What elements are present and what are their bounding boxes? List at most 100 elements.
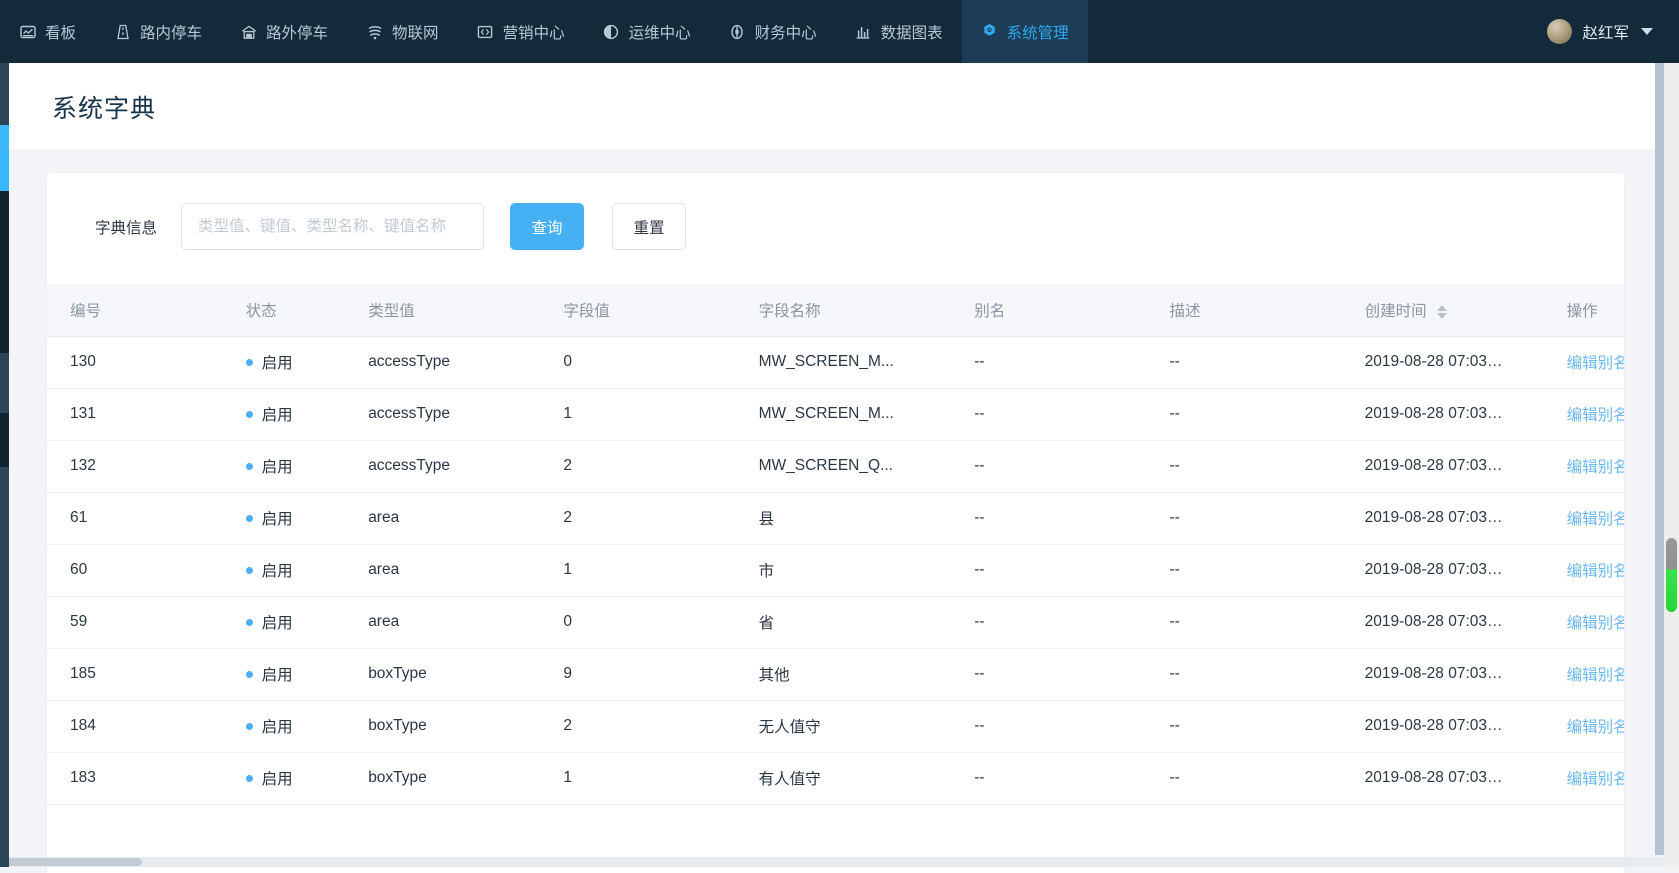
gear-icon (981, 23, 998, 40)
cell-field-name: 省 (759, 596, 975, 648)
status-badge: 启用 (246, 715, 369, 737)
cell-operation[interactable]: 编辑别名 (1567, 648, 1624, 700)
status-dot-icon (246, 359, 253, 366)
cell-id: 132 (47, 440, 246, 492)
status-label: 启用 (262, 559, 293, 581)
status-label: 启用 (262, 351, 293, 373)
edit-alias-link[interactable]: 编辑别名 (1567, 615, 1624, 632)
cell-operation[interactable]: 编辑别名 (1567, 336, 1624, 388)
status-label: 启用 (262, 611, 293, 633)
edit-alias-link[interactable]: 编辑别名 (1567, 563, 1624, 580)
table-row[interactable]: 184启用boxType2无人值守----2019-08-28 07:03…编辑… (47, 700, 1624, 752)
cell-type-value: boxType (368, 648, 563, 700)
nav-item-label: 路外停车 (266, 21, 328, 43)
horizontal-scrollbar-track[interactable] (0, 857, 1664, 867)
cell-operation[interactable]: 编辑别名 (1567, 752, 1624, 804)
cell-field-value: 1 (563, 388, 758, 440)
nav-item-label: 运维中心 (629, 21, 691, 43)
status-dot-icon (246, 463, 253, 470)
column-header-alias[interactable]: 别名 (974, 284, 1169, 336)
cell-alias: -- (974, 752, 1169, 804)
cell-create-time: 2019-08-28 07:03… (1365, 492, 1567, 544)
query-button[interactable]: 查询 (510, 203, 584, 250)
status-badge: 启用 (246, 559, 369, 581)
cell-id: 131 (47, 388, 246, 440)
sort-icon[interactable] (1437, 305, 1447, 319)
column-header-type-value[interactable]: 类型值 (368, 284, 563, 336)
cell-type-value: accessType (368, 440, 563, 492)
status-badge: 启用 (246, 403, 369, 425)
table-row[interactable]: 59启用area0省----2019-08-28 07:03…编辑别名 (47, 596, 1624, 648)
cell-create-time: 2019-08-28 07:03… (1365, 440, 1567, 492)
user-menu[interactable]: 赵红军 (1547, 19, 1679, 44)
vertical-scrollbar-thumb[interactable] (1666, 538, 1677, 612)
nav-item-8[interactable]: 数据图表 (836, 0, 962, 63)
cell-alias: -- (974, 544, 1169, 596)
nav-item-label: 物联网 (392, 21, 439, 43)
edit-alias-link[interactable]: 编辑别名 (1567, 459, 1624, 476)
edit-alias-link[interactable]: 编辑别名 (1567, 355, 1624, 372)
column-header-field-name[interactable]: 字段名称 (759, 284, 975, 336)
nav-item-3[interactable]: 路外停车 (221, 0, 347, 63)
collapsed-sidebar[interactable] (0, 63, 9, 867)
column-header-description[interactable]: 描述 (1169, 284, 1364, 336)
horizontal-scrollbar-thumb[interactable] (2, 858, 142, 866)
status-label: 启用 (262, 455, 293, 477)
reset-button[interactable]: 重置 (612, 203, 686, 250)
sidebar-segment-dark-1[interactable] (0, 191, 9, 353)
table-row[interactable]: 131启用accessType1MW_SCREEN_M...----2019-0… (47, 388, 1624, 440)
cell-state: 启用 (246, 544, 369, 596)
table-row[interactable]: 60启用area1市----2019-08-28 07:03…编辑别名 (47, 544, 1624, 596)
cell-field-name: MW_SCREEN_M... (759, 388, 975, 440)
table-row[interactable]: 183启用boxType1有人值守----2019-08-28 07:03…编辑… (47, 752, 1624, 804)
page-header: 系统字典 (9, 63, 1655, 149)
column-header-state[interactable]: 状态 (246, 284, 369, 336)
edit-alias-link[interactable]: 编辑别名 (1567, 719, 1624, 736)
finance-icon (729, 23, 746, 40)
nav-item-4[interactable]: 物联网 (347, 0, 458, 63)
edit-alias-link[interactable]: 编辑别名 (1567, 771, 1624, 788)
sidebar-segment-mid-2[interactable] (0, 467, 9, 867)
column-header-field-value[interactable]: 字段值 (563, 284, 758, 336)
sidebar-segment-top[interactable] (0, 63, 9, 125)
nav-item-1[interactable]: 看板 (0, 0, 95, 63)
nav-item-7[interactable]: 财务中心 (710, 0, 836, 63)
table-row[interactable]: 130启用accessType0MW_SCREEN_M...----2019-0… (47, 336, 1624, 388)
cell-operation[interactable]: 编辑别名 (1567, 388, 1624, 440)
page-body: 字典信息 查询 重置 编号 状态 类型值 字段值 字段名称 别名 描述 (9, 149, 1655, 867)
cell-operation[interactable]: 编辑别名 (1567, 700, 1624, 752)
cell-create-time: 2019-08-28 07:03… (1365, 648, 1567, 700)
vertical-scrollbar-track[interactable] (1664, 63, 1679, 855)
cell-alias: -- (974, 596, 1169, 648)
cell-operation[interactable]: 编辑别名 (1567, 596, 1624, 648)
table-row[interactable]: 185启用boxType9其他----2019-08-28 07:03…编辑别名 (47, 648, 1624, 700)
cell-operation[interactable]: 编辑别名 (1567, 440, 1624, 492)
column-header-create-time[interactable]: 创建时间 (1365, 284, 1567, 336)
cell-operation[interactable]: 编辑别名 (1567, 492, 1624, 544)
page-scroll-gutter (1655, 63, 1664, 855)
nav-item-6[interactable]: 运维中心 (584, 0, 710, 63)
nav-item-5[interactable]: 营销中心 (458, 0, 584, 63)
cell-operation[interactable]: 编辑别名 (1567, 544, 1624, 596)
column-header-id[interactable]: 编号 (47, 284, 246, 336)
cell-create-time: 2019-08-28 07:03… (1365, 596, 1567, 648)
cell-state: 启用 (246, 388, 369, 440)
sidebar-segment-active[interactable] (0, 125, 9, 191)
cell-field-value: 2 (563, 492, 758, 544)
search-input[interactable] (181, 203, 484, 250)
edit-alias-link[interactable]: 编辑别名 (1567, 667, 1624, 684)
cell-description: -- (1169, 596, 1364, 648)
nav-item-9[interactable]: 系统管理 (962, 0, 1088, 63)
table-row[interactable]: 61启用area2县----2019-08-28 07:03…编辑别名 (47, 492, 1624, 544)
cell-field-value: 0 (563, 596, 758, 648)
sidebar-segment-mid-1[interactable] (0, 353, 9, 413)
edit-alias-link[interactable]: 编辑别名 (1567, 511, 1624, 528)
nav-item-label: 系统管理 (1007, 21, 1069, 43)
status-dot-icon (246, 411, 253, 418)
nav-item-2[interactable]: 路内停车 (95, 0, 221, 63)
table-row[interactable]: 132启用accessType2MW_SCREEN_Q...----2019-0… (47, 440, 1624, 492)
sidebar-segment-dark-2[interactable] (0, 413, 9, 467)
cell-field-name: 县 (759, 492, 975, 544)
iot-icon (366, 23, 383, 40)
edit-alias-link[interactable]: 编辑别名 (1567, 407, 1624, 424)
